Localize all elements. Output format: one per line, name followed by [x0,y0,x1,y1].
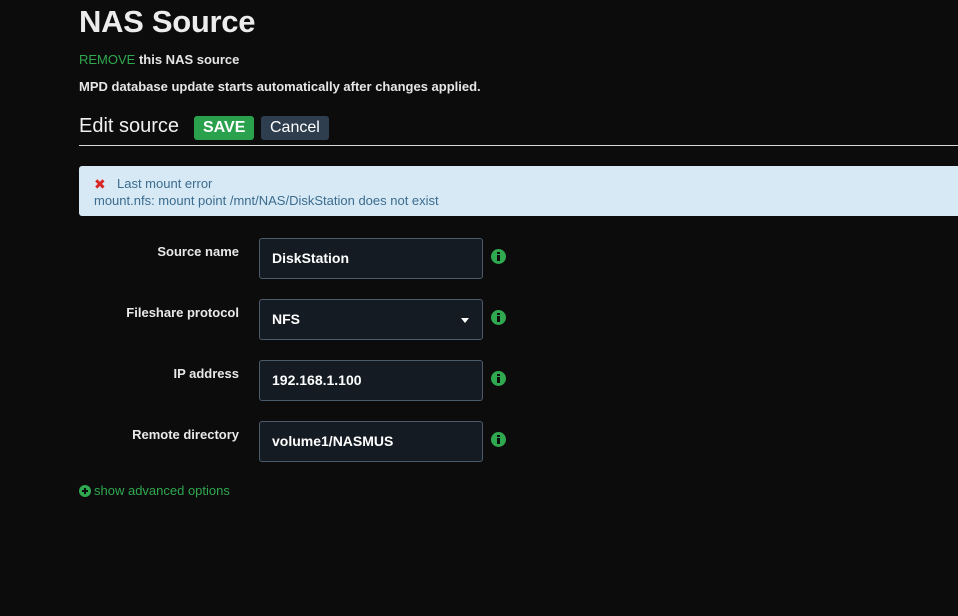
form-row-protocol: Fileshare protocol NFS [0,299,958,341]
cancel-button[interactable]: Cancel [261,116,329,140]
save-button[interactable]: SAVE [194,116,255,140]
page-title: NAS Source [79,4,256,39]
fileshare-protocol-select[interactable]: NFS [259,299,483,340]
remove-source-line: REMOVE this NAS source [79,52,239,68]
remove-source-link[interactable]: REMOVE [79,52,135,67]
info-icon[interactable] [491,371,506,386]
fileshare-protocol-value: NFS [272,311,300,327]
info-icon[interactable] [491,249,506,264]
form-row-source-name: Source name DiskStation [0,238,958,280]
info-icon[interactable] [491,310,506,325]
remote-directory-label: Remote directory [132,427,239,442]
form-row-remote-directory: Remote directory volume1/NASMUS [0,421,958,463]
mount-error-alert: ✖ Last mount error mount.nfs: mount poin… [79,166,958,216]
ip-address-input[interactable]: 192.168.1.100 [259,360,483,401]
alert-title: Last mount error [117,176,213,191]
fileshare-protocol-label: Fileshare protocol [126,305,239,320]
remote-directory-input[interactable]: volume1/NASMUS [259,421,483,462]
edit-source-title: Edit source [79,115,180,137]
ip-address-label: IP address [173,366,239,381]
show-advanced-options-link[interactable]: show advanced options [79,483,230,499]
caret-down-icon [461,318,469,323]
plus-circle-icon [79,485,91,497]
show-advanced-options-label: show advanced options [94,483,230,498]
remove-source-suffix: this NAS source [135,52,240,67]
database-update-note: MPD database update starts automatically… [79,79,481,94]
close-icon: ✖ [94,176,106,192]
form-row-ip-address: IP address 192.168.1.100 [0,360,958,402]
info-icon[interactable] [491,432,506,447]
alert-message: mount.nfs: mount point /mnt/NAS/DiskStat… [94,193,439,208]
source-name-label: Source name [157,244,239,259]
edit-source-header: Edit source SAVE Cancel [79,112,958,146]
source-name-input[interactable]: DiskStation [259,238,483,279]
